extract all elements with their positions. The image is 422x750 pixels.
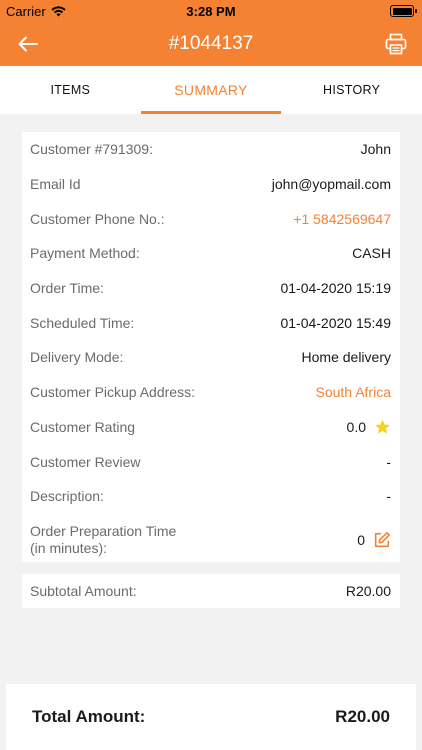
order-time-value: 01-04-2020 15:19: [280, 280, 391, 297]
tab-items[interactable]: ITEMS: [0, 66, 141, 114]
customer-name-value: John: [360, 141, 391, 158]
rating-value-group: 0.0: [347, 419, 391, 435]
subtotal-value: R20.00: [345, 583, 391, 599]
tab-bar: ITEMS SUMMARY HISTORY: [0, 66, 422, 114]
status-bar: Carrier 3:28 PM: [0, 0, 422, 22]
customer-id-label: Customer #791309:: [30, 141, 153, 158]
scheduled-time-value: 01-04-2020 15:49: [280, 314, 391, 331]
tab-summary[interactable]: SUMMARY: [140, 66, 282, 114]
subtotal-label: Subtotal Amount:: [30, 583, 137, 599]
rating-label: Customer Rating: [30, 418, 136, 435]
total-value: R20.00: [335, 707, 390, 726]
edit-icon[interactable]: [373, 531, 391, 549]
total-label: Total Amount:: [32, 707, 146, 726]
prep-time-label-line1: Order Preparation Time: [30, 522, 177, 539]
email-row: Email Id john@yopmail.com: [22, 167, 400, 202]
phone-link[interactable]: +1 5842569647: [293, 211, 391, 227]
review-value: -: [386, 453, 391, 470]
delivery-mode-label: Delivery Mode:: [30, 349, 124, 366]
description-label: Description:: [30, 488, 104, 505]
email-value: john@yopmail.com: [271, 176, 391, 193]
subtotal-row: Subtotal Amount: R20.00: [22, 574, 400, 608]
prep-time-label: Order Preparation Time (in minutes):: [30, 523, 176, 557]
customer-id-row: Customer #791309: John: [22, 132, 400, 167]
prep-time-label-line2: (in minutes):: [30, 539, 108, 556]
page-title: #1044137: [168, 33, 254, 54]
delivery-mode-value: Home delivery: [301, 349, 391, 366]
order-time-label: Order Time:: [30, 280, 104, 297]
star-icon: [375, 419, 390, 434]
payment-value: CASH: [352, 245, 391, 262]
review-row: Customer Review -: [22, 444, 400, 479]
description-value: -: [386, 488, 391, 505]
rating-value: 0.0: [346, 418, 366, 435]
phone-row: Customer Phone No.: +1 5842569647: [22, 201, 400, 236]
prep-time-value: 0: [357, 531, 365, 548]
nav-bar: #1044137: [0, 22, 422, 66]
pickup-address-label: Customer Pickup Address:: [30, 384, 195, 401]
rating-row: Customer Rating 0.0: [22, 410, 400, 445]
battery-icon: [390, 5, 417, 17]
phone-label: Customer Phone No.:: [30, 210, 165, 227]
clock: 3:28 PM: [186, 4, 236, 19]
email-label: Email Id: [30, 176, 81, 193]
prep-time-row: Order Preparation Time (in minutes): 0: [22, 514, 400, 566]
payment-row: Payment Method: CASH: [22, 236, 400, 271]
delivery-mode-row: Delivery Mode: Home delivery: [22, 340, 400, 375]
total-bar: Total Amount: R20.00: [6, 684, 416, 750]
prep-time-value-group: 0: [357, 531, 391, 549]
description-row: Description: -: [22, 479, 400, 514]
scheduled-time-row: Scheduled Time: 01-04-2020 15:49: [22, 305, 400, 340]
printer-icon: [385, 33, 407, 55]
pickup-address-row: Customer Pickup Address: South Africa: [22, 375, 400, 410]
payment-label: Payment Method:: [30, 245, 140, 262]
review-label: Customer Review: [30, 453, 141, 470]
print-button[interactable]: [382, 30, 410, 58]
order-details-card: Customer #791309: John Email Id john@yop…: [22, 132, 400, 562]
order-time-row: Order Time: 01-04-2020 15:19: [22, 271, 400, 306]
scheduled-time-label: Scheduled Time:: [30, 314, 135, 331]
tab-history[interactable]: HISTORY: [281, 66, 422, 114]
subtotal-card: Subtotal Amount: R20.00: [22, 574, 400, 608]
pickup-address-link[interactable]: South Africa: [316, 384, 392, 400]
